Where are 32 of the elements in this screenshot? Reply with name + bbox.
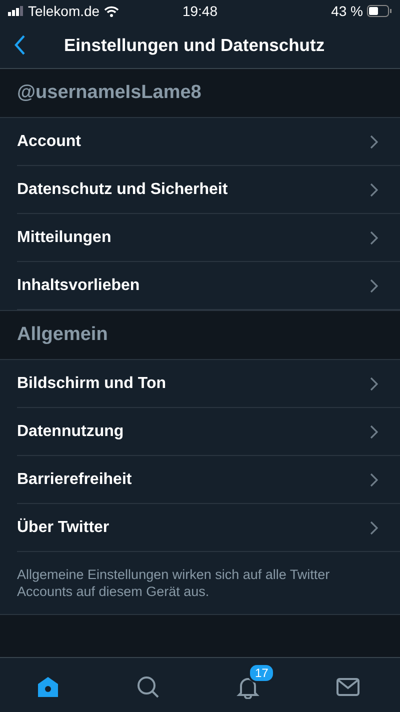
settings-item[interactable]: Datennutzung bbox=[17, 408, 400, 456]
settings-item[interactable]: Über Twitter bbox=[17, 504, 400, 552]
signal-icon bbox=[8, 6, 24, 16]
settings-item[interactable]: Inhaltsvorlieben bbox=[17, 262, 400, 310]
clock: 19:48 bbox=[181, 3, 219, 19]
carrier-name: Telekom.de bbox=[28, 3, 100, 19]
chevron-right-icon bbox=[370, 134, 378, 148]
settings-item[interactable]: Mitteilungen bbox=[17, 214, 400, 262]
chevron-right-icon bbox=[370, 520, 378, 534]
chevron-right-icon bbox=[370, 376, 378, 390]
section-title: Allgemein bbox=[17, 324, 108, 346]
notification-badge: 17 bbox=[248, 663, 276, 683]
screen-title: Einstellungen und Datenschutz bbox=[64, 34, 325, 56]
chevron-right-icon bbox=[370, 230, 378, 244]
settings-item[interactable]: Datenschutz und Sicherheit bbox=[17, 166, 400, 214]
home-icon bbox=[36, 675, 60, 699]
chevron-right-icon bbox=[370, 424, 378, 438]
chevron-right-icon bbox=[370, 472, 378, 486]
chevron-right-icon bbox=[370, 278, 378, 292]
section-note: Allgemeine Einstellungen wirken sich auf alle Twitter Accounts auf diesem Gerät aus. bbox=[16, 566, 331, 601]
wifi-icon bbox=[104, 6, 119, 16]
envelope-icon bbox=[336, 675, 360, 699]
section-title: @usernameIsLame8 bbox=[17, 82, 202, 104]
settings-item[interactable]: Bildschirm und Ton bbox=[17, 360, 400, 408]
settings-item[interactable]: Account bbox=[17, 118, 400, 166]
settings-item[interactable]: Barrierefreiheit bbox=[17, 456, 400, 504]
search-icon bbox=[136, 675, 160, 699]
chevron-left-icon bbox=[14, 35, 26, 55]
chevron-right-icon bbox=[370, 182, 378, 196]
battery-percent: 43 % bbox=[331, 3, 363, 19]
battery-icon bbox=[367, 5, 392, 17]
bell-icon bbox=[236, 675, 260, 699]
